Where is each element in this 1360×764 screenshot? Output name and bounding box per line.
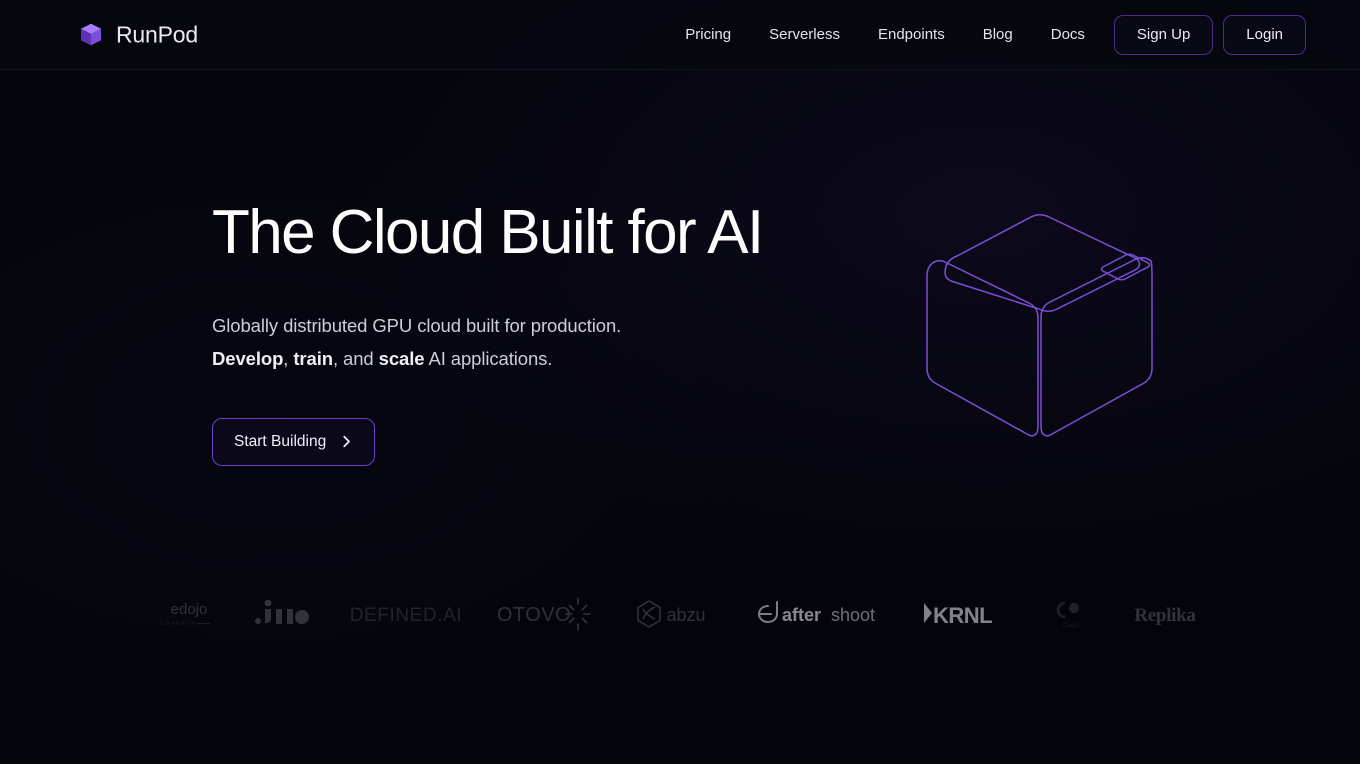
hero-emphasis-scale: scale bbox=[378, 348, 425, 370]
hero-subtitle: Globally distributed GPU cloud built for… bbox=[212, 310, 912, 376]
signup-button[interactable]: Sign Up bbox=[1113, 14, 1214, 55]
brand-logo-link[interactable]: RunPod bbox=[78, 21, 198, 48]
hero-sep-2: , and bbox=[332, 348, 379, 370]
svg-text:ELEARNING: ELEARNING bbox=[160, 621, 197, 627]
hero-emphasis-train: train bbox=[293, 348, 333, 370]
logo-jina bbox=[236, 585, 332, 643]
brand-name: RunPod bbox=[116, 21, 198, 47]
page-root: RunPod Pricing Serverless Endpoints Blog… bbox=[0, 0, 1360, 764]
logo-abzu: abzu bbox=[616, 585, 730, 643]
svg-text:KRNL: KRNL bbox=[933, 603, 992, 628]
svg-text:Replika: Replika bbox=[1134, 605, 1196, 626]
cube-icon bbox=[78, 22, 104, 48]
svg-text:Coqui: Coqui bbox=[1063, 623, 1079, 629]
svg-text:abzu: abzu bbox=[666, 605, 705, 625]
logo-aftershoot: after shoot bbox=[730, 585, 902, 643]
svg-text:edojo: edojo bbox=[171, 601, 208, 618]
logo-replika: Replika bbox=[1112, 585, 1218, 643]
hero-subtitle-tail: AI applications. bbox=[424, 348, 553, 370]
logo-defined-ai: DEFINED.AI bbox=[332, 585, 480, 643]
start-building-label: Start Building bbox=[234, 432, 327, 450]
logo-coqui: Coqui bbox=[1030, 585, 1112, 643]
hero-emphasis-develop: Develop bbox=[212, 348, 284, 370]
logo-edojo: edojo ELEARNING bbox=[142, 585, 236, 643]
svg-text:after: after bbox=[782, 605, 821, 625]
wireframe-cube-illustration bbox=[905, 195, 1175, 475]
logo-otovo: OTOVO bbox=[480, 585, 616, 643]
hero-section: The Cloud Built for AI Globally distribu… bbox=[0, 70, 1360, 590]
nav-link-blog[interactable]: Blog bbox=[964, 18, 1032, 51]
chevron-right-icon bbox=[340, 435, 353, 448]
start-building-button[interactable]: Start Building bbox=[212, 417, 376, 466]
svg-text:OTOVO: OTOVO bbox=[498, 604, 571, 626]
hero-sep-1: , bbox=[283, 348, 294, 370]
partner-logo-strip: edojo ELEARNING DEFINED.AI OTOVO abzu af… bbox=[0, 583, 1360, 645]
nav-link-endpoints[interactable]: Endpoints bbox=[859, 18, 964, 51]
primary-nav: Pricing Serverless Endpoints Blog Docs S… bbox=[666, 14, 1306, 55]
hero-copy: The Cloud Built for AI Globally distribu… bbox=[212, 200, 912, 466]
hero-subtitle-line1: Globally distributed GPU cloud built for… bbox=[212, 315, 622, 337]
site-header: RunPod Pricing Serverless Endpoints Blog… bbox=[0, 0, 1360, 70]
login-button[interactable]: Login bbox=[1223, 14, 1306, 55]
svg-text:shoot: shoot bbox=[831, 605, 875, 625]
svg-text:DEFINED.AI: DEFINED.AI bbox=[350, 605, 462, 626]
nav-link-serverless[interactable]: Serverless bbox=[750, 18, 859, 51]
nav-link-docs[interactable]: Docs bbox=[1032, 18, 1104, 51]
page-title: The Cloud Built for AI bbox=[212, 198, 764, 267]
logo-krnl: KRNL bbox=[902, 585, 1030, 643]
nav-link-pricing[interactable]: Pricing bbox=[666, 18, 750, 51]
